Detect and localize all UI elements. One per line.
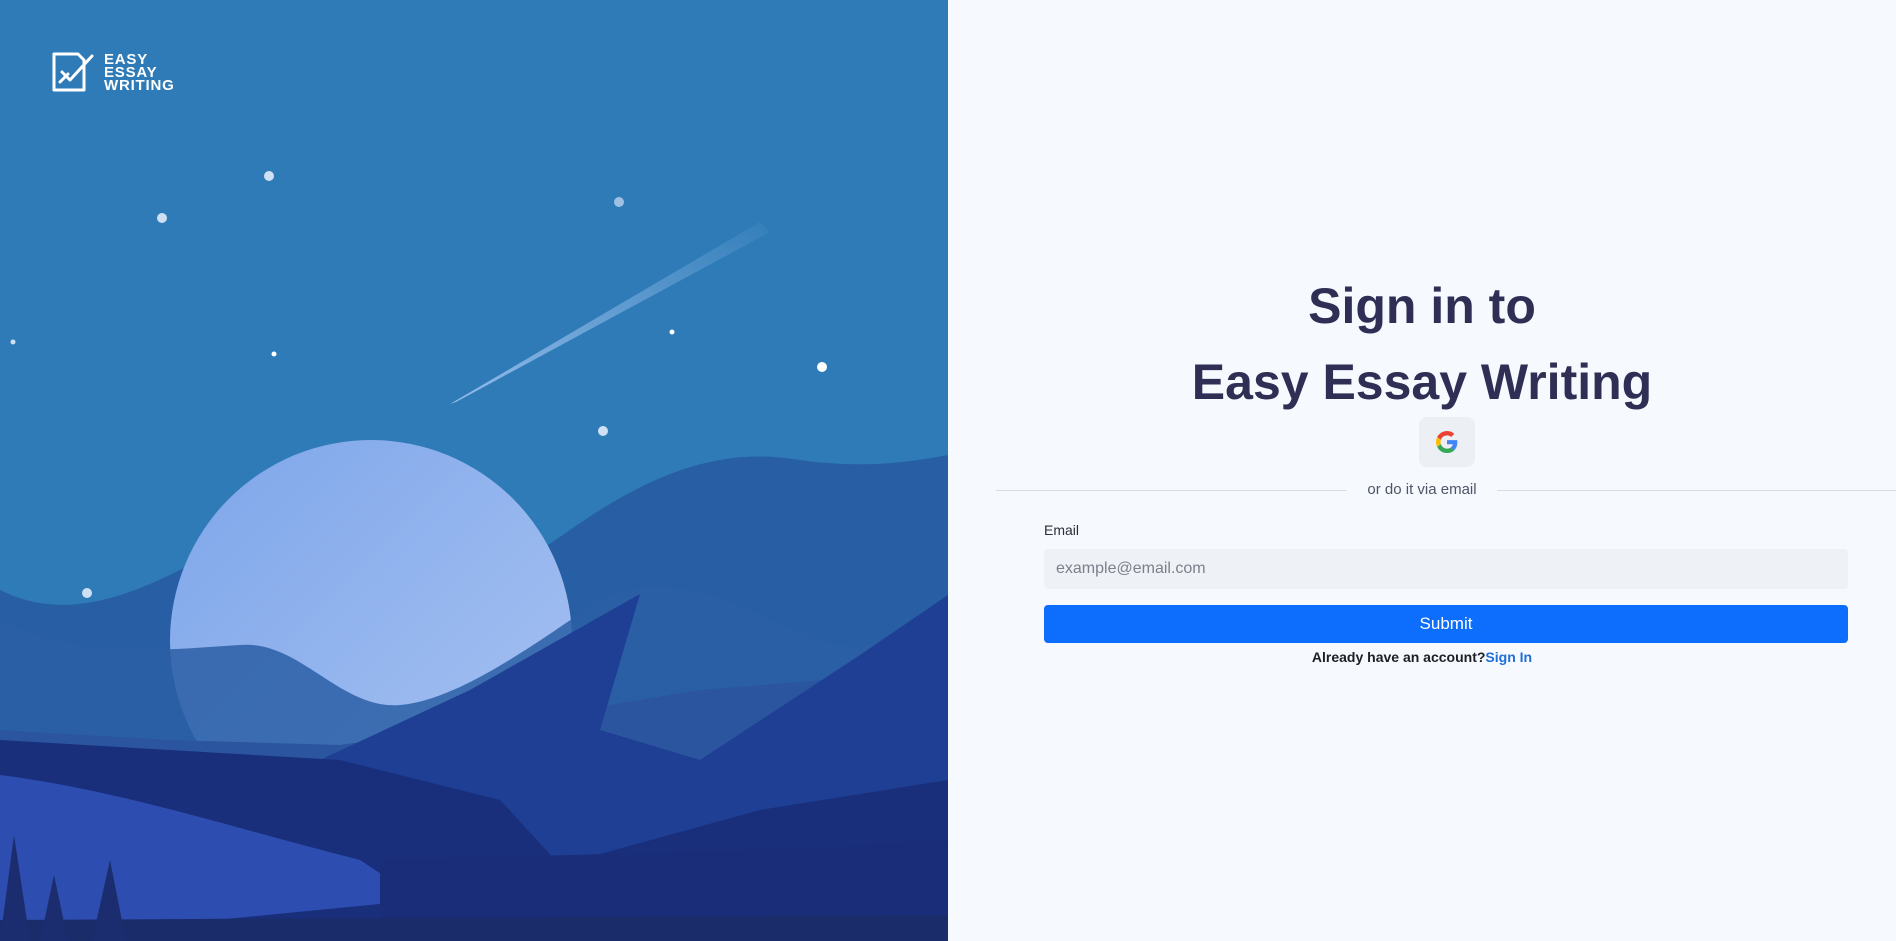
page: EASY ESSAY WRITING Sign in to Easy Essay… — [0, 0, 1896, 941]
title-line-1: Sign in to — [1308, 278, 1536, 334]
google-signin-button[interactable] — [1419, 417, 1475, 467]
brand-name: EASY ESSAY WRITING — [104, 52, 175, 94]
title-line-2: Easy Essay Writing — [1191, 354, 1653, 410]
page-title: Sign in to Easy Essay Writing — [948, 268, 1896, 420]
brand-line-3: WRITING — [104, 76, 175, 94]
account-prompt: Already have an account?Sign In — [948, 649, 1896, 665]
account-question: Already have an account? — [1311, 649, 1486, 665]
pen-document-icon — [52, 52, 94, 92]
night-landscape-illustration — [0, 0, 948, 941]
brand-logo[interactable]: EASY ESSAY WRITING — [50, 50, 175, 94]
submit-button[interactable]: Submit — [1044, 605, 1848, 643]
signin-panel: Sign in to Easy Essay Writing or do it v… — [948, 0, 1896, 941]
illustration-panel: EASY ESSAY WRITING — [0, 0, 948, 941]
google-icon — [1436, 431, 1458, 453]
email-label: Email — [1044, 522, 1080, 538]
divider-text: or do it via email — [1347, 481, 1497, 498]
email-field[interactable] — [1044, 549, 1848, 589]
divider: or do it via email — [948, 481, 1896, 499]
signin-link[interactable]: Sign In — [1485, 649, 1532, 665]
